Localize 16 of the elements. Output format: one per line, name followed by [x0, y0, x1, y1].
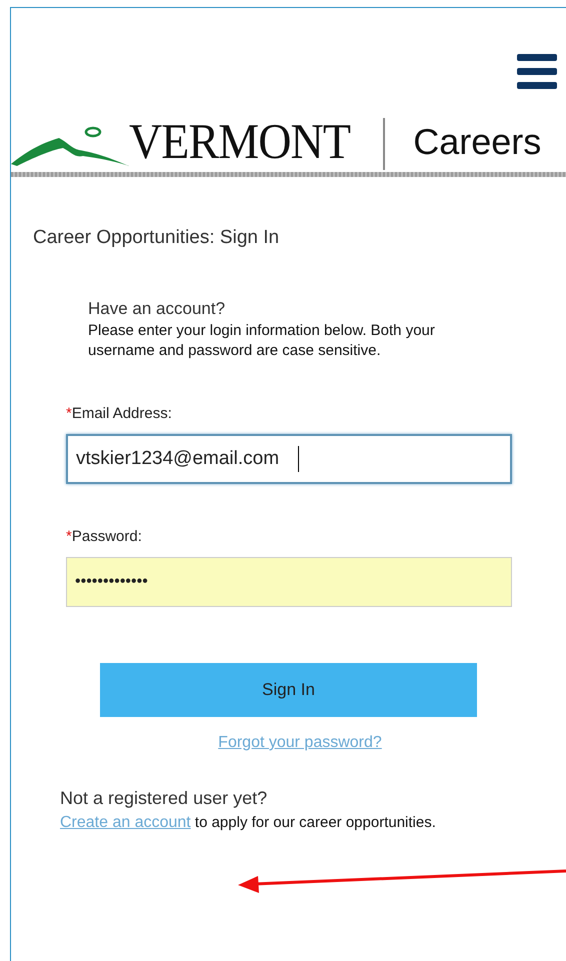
- section-title: Careers: [413, 124, 542, 164]
- field-label: Password:: [72, 528, 142, 545]
- field-label: Email Address:: [72, 405, 172, 422]
- page-title: Career Opportunities: Sign In: [33, 227, 280, 249]
- required-mark: *: [66, 528, 72, 545]
- logo-text: VERMONT: [129, 116, 350, 170]
- sign-in-button[interactable]: Sign In: [100, 663, 477, 717]
- email-field[interactable]: vtskier1234@email.com: [66, 434, 512, 484]
- required-mark: *: [66, 405, 72, 422]
- password-field[interactable]: •••••••••••••: [66, 557, 512, 607]
- text-cursor: [298, 446, 300, 472]
- intro-heading: Have an account?: [88, 299, 226, 319]
- intro-text: Please enter your login information below. Both your username and password are case sensitive.: [88, 321, 436, 361]
- menu-icon[interactable]: [517, 54, 557, 90]
- register-text: Create an account to apply for our career opportunities.: [60, 813, 437, 833]
- register-heading: Not a registered user yet?: [60, 788, 268, 809]
